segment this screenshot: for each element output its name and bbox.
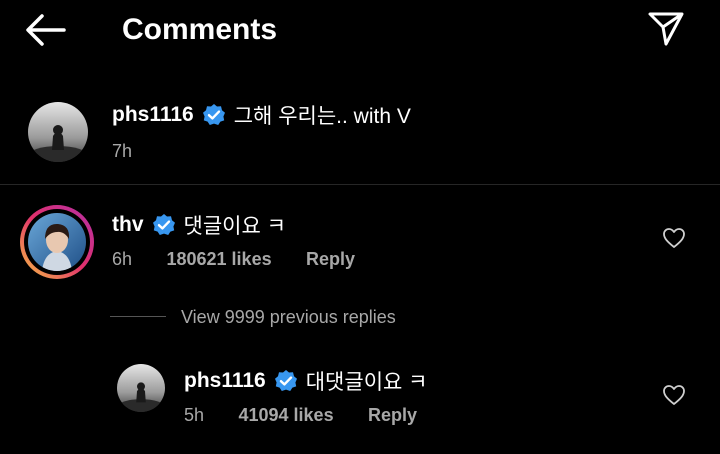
share-button[interactable]: [644, 8, 688, 48]
comment-like-button[interactable]: [662, 227, 686, 254]
story-ring[interactable]: [20, 205, 94, 279]
avatar-image: [28, 102, 88, 162]
divider: [0, 184, 720, 185]
back-arrow-icon: [26, 14, 66, 46]
view-previous-replies[interactable]: View 9999 previous replies: [181, 307, 396, 328]
reply-likes[interactable]: 41094 likes: [238, 405, 333, 425]
reply-like-button[interactable]: [662, 384, 686, 411]
comment-username[interactable]: thv: [112, 213, 144, 237]
verified-badge-icon: [274, 370, 297, 391]
reply-username[interactable]: phs1116: [184, 369, 266, 393]
heart-icon: [663, 228, 685, 248]
comment-likes[interactable]: 180621 likes: [166, 249, 271, 269]
heart-icon: [663, 385, 685, 405]
avatar[interactable]: [117, 364, 165, 412]
caption-username[interactable]: phs1116: [112, 103, 194, 127]
verified-badge-icon: [202, 104, 225, 125]
caption-time: 7h: [112, 141, 133, 161]
comment-time: 6h: [112, 249, 133, 269]
avatar: [28, 213, 86, 271]
avatar-image: [117, 364, 165, 412]
reply-text: 대댓글이요 ㅋ: [305, 371, 428, 394]
avatar[interactable]: [28, 102, 88, 162]
reply-reply-button[interactable]: Reply: [368, 405, 417, 425]
page-title: Comments: [122, 13, 278, 46]
caption-text: 그해 우리는.. with V: [233, 105, 411, 128]
reply-time: 5h: [184, 405, 205, 425]
comment-reply-button[interactable]: Reply: [306, 249, 355, 269]
send-icon: [648, 12, 684, 46]
back-button[interactable]: [24, 10, 68, 50]
verified-badge-icon: [152, 214, 175, 235]
replies-divider-line: [110, 316, 166, 317]
comment-text: 댓글이요 ㅋ: [183, 215, 286, 238]
